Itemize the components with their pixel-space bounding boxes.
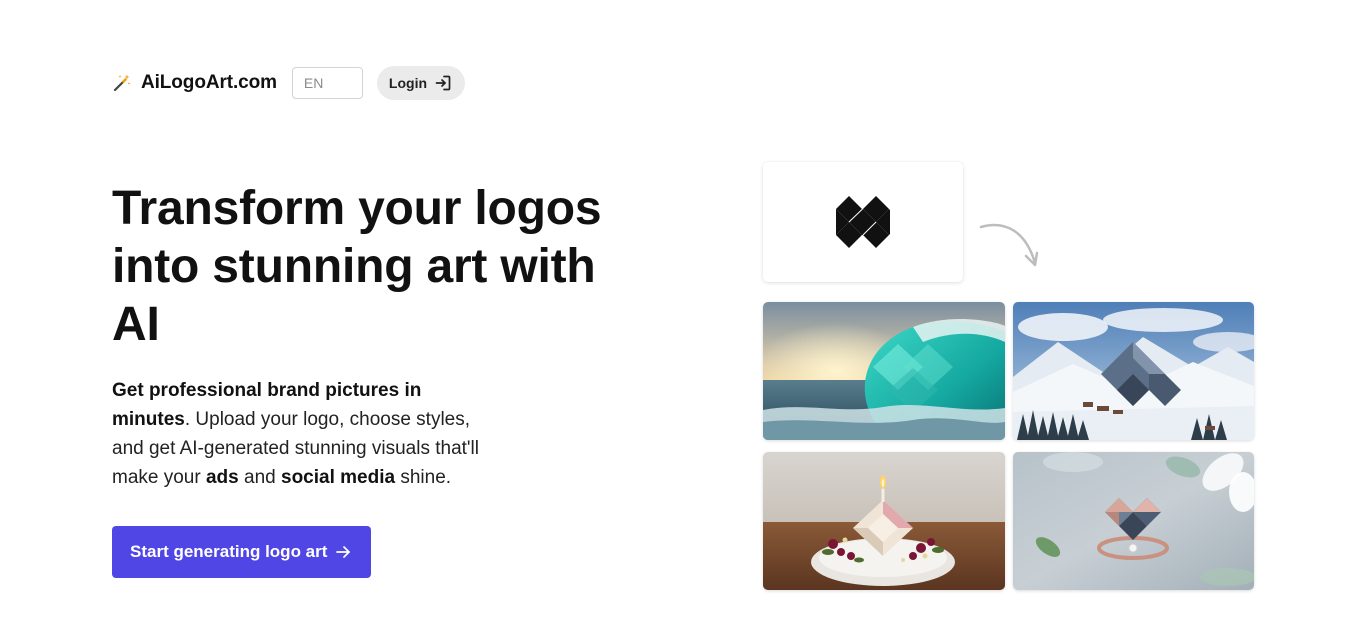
login-label: Login — [388, 75, 428, 91]
subtitle-text-2: and — [238, 467, 281, 488]
source-logo-card — [763, 162, 963, 282]
arrow-right-icon — [336, 546, 351, 558]
login-button[interactable]: Login — [376, 66, 466, 100]
ocean-wave-logo-art[interactable] — [763, 302, 1005, 440]
cta-label: Start generating logo art — [130, 542, 328, 561]
ring-jewelry-logo-art[interactable] — [1013, 452, 1254, 590]
hero-title: Transform your logos into stunning art w… — [112, 182, 602, 351]
snowy-mountain-logo-art[interactable] — [1013, 302, 1254, 440]
subtitle-strong-social: social media — [281, 467, 396, 488]
hero-subtitle: Get professional brand pictures in minut… — [112, 376, 497, 492]
sign-in-icon — [435, 75, 451, 91]
start-generating-button[interactable]: Start generating logo art — [112, 526, 372, 578]
curved-arrow-icon — [979, 223, 1039, 267]
site-header: AiLogoArt.com EN Login — [112, 66, 466, 100]
brand-name: AiLogoArt.com — [141, 72, 277, 93]
subtitle-text-3: shine. — [395, 467, 452, 488]
language-select[interactable]: EN — [291, 67, 363, 99]
subtitle-strong-ads: ads — [205, 467, 239, 488]
candle-cake-logo-art[interactable] — [763, 452, 1005, 590]
brand[interactable]: AiLogoArt.com — [112, 72, 277, 94]
magic-wand-icon — [112, 73, 132, 93]
diamond-logo — [836, 196, 890, 248]
